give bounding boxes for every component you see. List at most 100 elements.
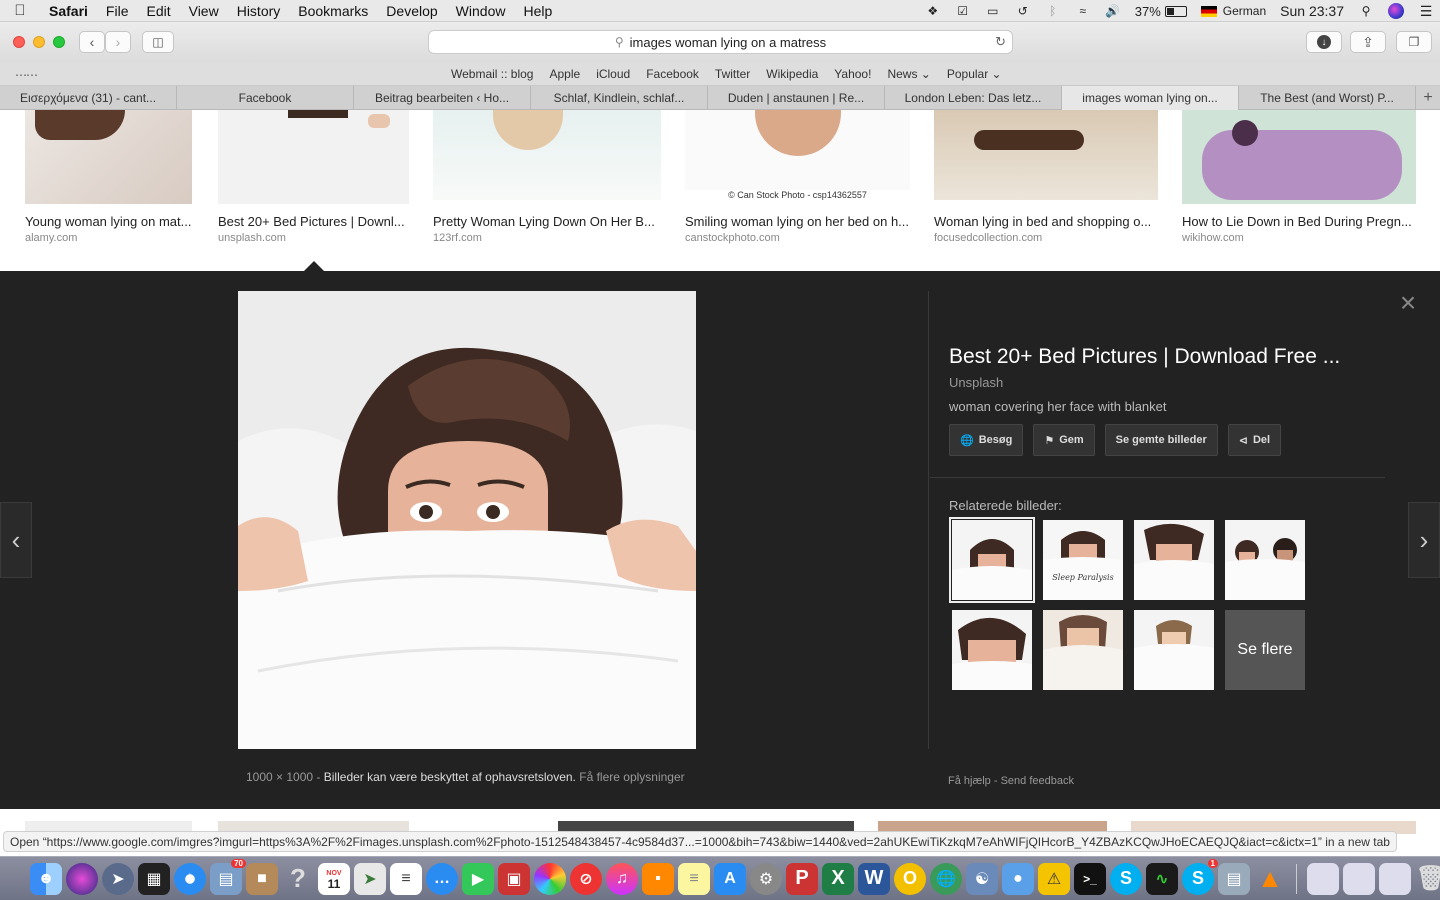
tab-duden[interactable]: Duden | anstaunen | Re... (708, 86, 885, 110)
time-machine-icon[interactable]: ↺ (1015, 4, 1031, 18)
favorite-wikipedia[interactable]: Wikipedia (766, 67, 818, 81)
excel-icon[interactable]: X (822, 862, 854, 895)
trash-icon[interactable]: 🗑 (1415, 863, 1440, 895)
photos-icon[interactable] (534, 862, 566, 895)
safari-icon[interactable]: ✦ (174, 862, 206, 895)
back-button[interactable]: ‹ (79, 31, 105, 53)
dock-document-icon[interactable] (1343, 862, 1375, 895)
menu-history[interactable]: History (228, 3, 290, 19)
launchpad-icon[interactable]: ➤ (102, 862, 134, 895)
result-title[interactable]: Smiling woman lying on her bed on h... (685, 214, 909, 229)
tab-best-worst[interactable]: The Best (and Worst) P... (1239, 86, 1416, 110)
preview-title[interactable]: Best 20+ Bed Pictures | Download Free ..… (949, 345, 1409, 369)
result-title[interactable]: Pretty Woman Lying Down On Her B... (433, 214, 655, 229)
preview-source[interactable]: Unsplash (949, 375, 1409, 390)
menu-file[interactable]: File (97, 3, 138, 19)
books-icon[interactable]: ▪ (642, 862, 674, 895)
tab-facebook[interactable]: Facebook (177, 86, 354, 110)
related-image[interactable] (1134, 610, 1214, 690)
help-question-icon[interactable]: ? (282, 863, 314, 895)
save-button[interactable]: ⚑ Gem (1033, 424, 1095, 456)
share-image-button[interactable]: ⊲ Del (1227, 424, 1282, 456)
favorite-apple[interactable]: Apple (549, 67, 580, 81)
apple-menu-icon[interactable]:  (0, 2, 40, 19)
tab-inbox[interactable]: Εισερχόμενα (31) - cant... (0, 86, 177, 110)
result-thumbnail[interactable] (433, 110, 661, 200)
result-thumbnail[interactable] (685, 110, 910, 190)
siri-dock-icon[interactable] (66, 862, 98, 895)
teams-icon[interactable]: ● (1002, 862, 1034, 895)
finder-icon[interactable]: ☻ (30, 862, 62, 895)
address-bar[interactable]: ⚲ images woman lying on a matress ↻ (428, 30, 1013, 54)
warning-app-icon[interactable]: ⚠ (1038, 862, 1070, 895)
bluetooth-icon[interactable]: ᛒ (1045, 4, 1061, 18)
menu-view[interactable]: View (180, 3, 228, 19)
close-preview-button[interactable]: × (1395, 289, 1421, 317)
result-title[interactable]: How to Lie Down in Bed During Pregn... (1182, 214, 1412, 229)
preview-app-icon[interactable]: ▤ 70 (210, 858, 246, 895)
siri-icon[interactable] (1388, 3, 1404, 19)
music-icon[interactable]: ♫ (606, 862, 638, 895)
share-button[interactable]: ⇪ (1350, 31, 1386, 53)
reminders-icon[interactable]: ≡ (390, 862, 422, 895)
skype-icon[interactable]: S (1110, 862, 1142, 895)
contacts-icon[interactable]: ■ (246, 862, 278, 895)
related-image[interactable] (1134, 520, 1214, 600)
result-item[interactable]: © Can Stock Photo - csp14362557 Smiling … (685, 110, 910, 244)
menu-bookmarks[interactable]: Bookmarks (289, 3, 377, 19)
previous-image-button[interactable]: ‹ (0, 502, 32, 578)
menu-window[interactable]: Window (447, 3, 515, 19)
news-icon[interactable]: ⊘ (570, 862, 602, 895)
notes-icon[interactable]: ≡ (678, 862, 710, 895)
result-item[interactable]: How to Lie Down in Bed During Pregn... w… (1182, 110, 1416, 244)
result-thumbnail[interactable] (218, 110, 409, 204)
result-item[interactable]: Young woman lying on mat... alamy.com (25, 110, 192, 244)
result-item[interactable]: Woman lying in bed and shopping o... foc… (934, 110, 1158, 244)
send-feedback-link[interactable]: Send feedback (1001, 775, 1074, 787)
tab-overview-button[interactable]: ❐ (1396, 31, 1432, 53)
tab-beitrag[interactable]: Beitrag bearbeiten ‹ Ho... (354, 86, 531, 110)
favorite-webmail[interactable]: Webmail :: blog (451, 67, 533, 81)
downloads-button[interactable]: ↓ (1306, 31, 1342, 53)
vlc-icon[interactable]: ▲ (1254, 863, 1286, 895)
result-thumbnail[interactable] (1182, 110, 1416, 204)
related-image[interactable]: Sleep Paralysis (1043, 520, 1123, 600)
visit-button[interactable]: 🌐 Besøg (949, 424, 1024, 456)
powerpoint-icon[interactable]: P (786, 862, 818, 895)
menu-develop[interactable]: Develop (377, 3, 446, 19)
help-link[interactable]: Få hjælp (948, 775, 991, 787)
airplay-icon[interactable]: ▭ (985, 4, 1001, 18)
result-title[interactable]: Best 20+ Bed Pictures | Downl... (218, 214, 405, 229)
result-item[interactable]: Pretty Woman Lying Down On Her B... 123r… (433, 110, 661, 244)
mission-control-icon[interactable]: ▦ (138, 862, 170, 895)
system-preferences-icon[interactable]: ⚙ (750, 862, 782, 895)
outlook-icon[interactable]: O (894, 862, 926, 895)
minimize-window-button[interactable] (33, 36, 45, 48)
notification-center-icon[interactable]: ☰ (1418, 3, 1434, 19)
menu-clock[interactable]: Sun 23:37 (1280, 3, 1344, 19)
battery-status[interactable]: 37% (1135, 4, 1187, 19)
favorite-yahoo[interactable]: Yahoo! (834, 67, 871, 81)
zoom-window-button[interactable] (53, 36, 65, 48)
tab-images-search[interactable]: images woman lying on... (1062, 86, 1239, 110)
dropbox-icon[interactable]: ❖ (925, 4, 941, 18)
forward-button[interactable]: › (105, 31, 131, 53)
tab-schlaf[interactable]: Schlaf, Kindlein, schlaf... (531, 86, 708, 110)
related-image[interactable] (952, 610, 1032, 690)
messages-icon[interactable]: … (426, 862, 458, 895)
more-info-link[interactable]: Få flere oplysninger (579, 770, 684, 784)
volume-icon[interactable]: 🔊 (1105, 4, 1121, 18)
globe-app-icon[interactable]: 🌐 (930, 862, 962, 895)
favorite-twitter[interactable]: Twitter (715, 67, 750, 81)
word-icon[interactable]: W (858, 862, 890, 895)
reload-icon[interactable]: ↻ (995, 34, 1006, 50)
result-thumbnail[interactable] (934, 110, 1158, 200)
result-title[interactable]: Woman lying in bed and shopping o... (934, 214, 1151, 229)
related-image[interactable] (1043, 610, 1123, 690)
result-title[interactable]: Young woman lying on mat... (25, 214, 191, 229)
favorite-icloud[interactable]: iCloud (596, 67, 630, 81)
top-sites-grid-icon[interactable]: ⋯⋯ (15, 68, 38, 82)
activity-monitor-icon[interactable]: ∿ (1146, 862, 1178, 895)
menu-help[interactable]: Help (514, 3, 561, 19)
maps-icon[interactable]: ➤ (354, 862, 386, 895)
